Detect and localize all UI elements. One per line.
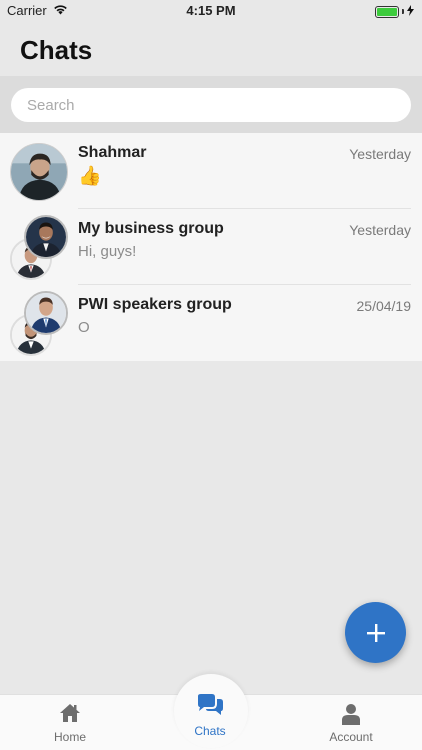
person-icon [342,704,360,725]
chat-preview: O [78,319,90,336]
group-avatar-front [24,215,68,259]
chat-bubbles-icon [198,694,223,715]
group-avatar-front [24,291,68,335]
tab-account[interactable]: Account [281,695,421,750]
tab-chats[interactable]: Chats [140,674,280,738]
search-input[interactable] [11,88,411,122]
chat-preview: Hi, guys! [78,243,137,260]
tab-label: Chats [194,724,226,738]
chat-row-shahmar[interactable]: Shahmar Yesterday 👍 [0,133,422,209]
status-right [375,4,414,19]
tab-label: Account [329,730,373,744]
battery-cap [402,9,404,14]
page-title: Chats [20,35,93,65]
chat-row-pwi-speakers-group[interactable]: PWI speakers group 25/04/19 O [0,285,422,361]
chat-name: My business group [78,220,224,237]
status-time: 4:15 PM [186,3,236,18]
new-chat-button[interactable] [345,602,406,663]
tab-home[interactable]: Home [0,695,140,750]
chat-name: PWI speakers group [78,296,232,313]
charging-icon [407,4,414,19]
status-bar: Carrier 4:15 PM [0,0,422,22]
chat-date: Yesterday [349,222,411,238]
plus-icon [366,623,385,642]
chat-date: Yesterday [349,146,411,162]
header: Chats [0,22,422,76]
chat-date: 25/04/19 [356,298,412,314]
search-bar [0,76,422,133]
chat-preview: 👍 [78,166,102,187]
chat-name: Shahmar [78,144,147,161]
home-icon [60,704,80,722]
chat-list: Shahmar Yesterday 👍 My business group Ye… [0,133,422,361]
tab-label: Home [53,730,86,744]
avatar [10,143,68,201]
battery-icon [375,5,399,18]
chat-row-my-business-group[interactable]: My business group Yesterday Hi, guys! [0,209,422,285]
